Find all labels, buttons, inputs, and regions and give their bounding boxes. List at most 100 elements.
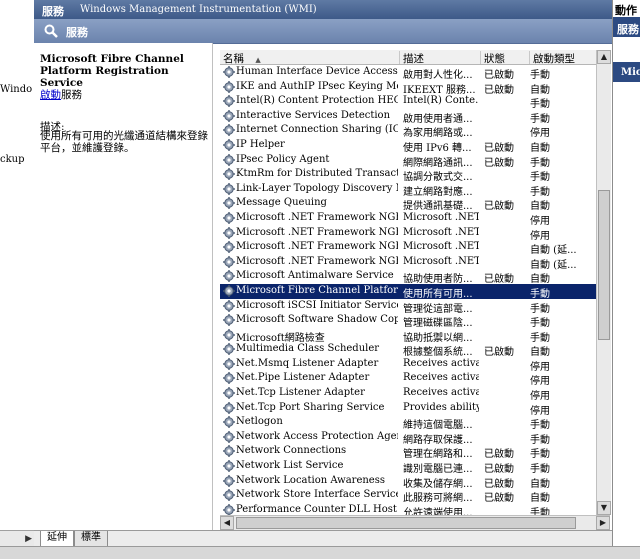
service-name-cell: Network Store Interface Service — [236, 489, 398, 501]
service-gear-icon — [223, 270, 235, 283]
tab-extended[interactable]: 延伸 — [40, 531, 74, 547]
actions-section-services[interactable]: 服務 — [613, 17, 640, 37]
service-gear-icon — [223, 66, 235, 78]
service-gear-icon — [223, 445, 235, 458]
service-name-cell: Net.Pipe Listener Adapter — [236, 372, 370, 384]
service-description-cell: Provides ability... — [403, 401, 479, 413]
service-gear-icon — [223, 314, 235, 327]
service-row[interactable]: Microsoft iSCSI Initiator Service 管理從這部電.… — [220, 299, 598, 315]
scroll-right-button[interactable]: ▶ — [596, 516, 610, 530]
column-header-startup-type[interactable]: 啟動類型 — [530, 51, 598, 65]
service-description-cell: Microsoft .NET... — [403, 226, 479, 238]
scroll-down-button[interactable]: ▼ — [597, 501, 611, 515]
service-row[interactable]: KtmRm for Distributed Transaction C...協調… — [220, 167, 598, 183]
service-name-cell: Microsoft Software Shadow Copy Pro... — [236, 314, 398, 326]
service-row[interactable]: Net.Msmq Listener Adapter Receives activa… — [220, 357, 598, 373]
status-bar — [0, 546, 640, 559]
service-gear-icon — [223, 474, 235, 487]
service-description-cell: Microsoft .NET... — [403, 241, 479, 253]
scroll-thumb[interactable] — [598, 190, 610, 340]
hscroll-thumb[interactable] — [236, 517, 576, 529]
service-name-cell: Intel(R) Content Protection HECI Ser... — [236, 95, 398, 107]
service-row[interactable]: Net.Tcp Port Sharing Service Provides abi… — [220, 401, 598, 417]
service-gear-icon — [223, 372, 235, 385]
service-gear-icon — [223, 255, 235, 268]
services-list: 名稱 ▲ 描述 狀態 啟動類型 Human Interface Device A… — [220, 50, 598, 518]
service-gear-icon — [223, 197, 235, 210]
service-row[interactable]: Microsoft網路檢查 協助抵禦以網... 手動 — [220, 328, 598, 344]
service-gear-icon — [223, 328, 235, 341]
service-row[interactable]: Internet Connection Sharing (ICS) 為家用網路或.… — [220, 123, 598, 139]
window-subtitle: Windows Management Instrumentation (WMI) — [80, 4, 317, 15]
service-row[interactable]: Network Location Awareness 收集及儲存網... 已啟動 自動 — [220, 474, 598, 490]
service-row[interactable]: Multimedia Class Scheduler 根據整個系統... 已啟動 自動 — [220, 342, 598, 358]
service-row[interactable]: Network Store Interface Service 此服務可將網...… — [220, 488, 598, 504]
service-row[interactable]: IKE and AuthIP IPsec Keying ModulesIKEEX… — [220, 80, 598, 96]
horizontal-scrollbar[interactable]: ◀ ▶ — [220, 515, 610, 530]
service-row[interactable]: Network List Service 識別電腦已連... 已啟動 手動 — [220, 459, 598, 475]
service-row[interactable]: Microsoft .NET Framework NGEN v... Micros… — [220, 240, 598, 256]
service-row[interactable]: Microsoft Software Shadow Copy Pro...管理磁… — [220, 313, 598, 329]
search-icon — [44, 24, 58, 38]
service-name-cell: IPsec Policy Agent — [236, 153, 330, 165]
service-description-cell: Microsoft .NET... — [403, 211, 479, 223]
service-row[interactable]: Network Access Protection Agent 網路存取保護...… — [220, 430, 598, 446]
service-row[interactable]: Microsoft .NET Framework NGEN v... Micros… — [220, 226, 598, 242]
service-name-cell: Microsoft .NET Framework NGEN v... — [236, 255, 398, 267]
service-gear-icon — [223, 299, 235, 312]
service-row[interactable]: IPsec Policy Agent 網際網路通訊... 已啟動 手動 — [220, 153, 598, 169]
service-name-cell: Network List Service — [236, 460, 344, 472]
service-row[interactable]: Netlogon 維持這個電腦... 手動 — [220, 415, 598, 431]
start-service-link[interactable]: 啟動 — [40, 89, 61, 101]
column-name-label: 名稱 — [223, 53, 244, 65]
service-name-cell: Message Queuing — [236, 197, 327, 209]
service-row[interactable]: Microsoft .NET Framework NGEN v... Micros… — [220, 211, 598, 227]
service-name-cell: Microsoft .NET Framework NGEN v... — [236, 226, 398, 238]
service-row[interactable]: Message Queuing 提供通訊基礎... 已啟動 自動 — [220, 196, 598, 212]
service-row[interactable]: Link-Layer Topology Discovery Map...建立網路… — [220, 182, 598, 198]
service-description-cell: Receives activa... — [403, 387, 479, 399]
service-description-cell: Microsoft .NET... — [403, 255, 479, 267]
description-text: 使用所有可用的光纖通道結構來登錄平台，並維護登錄。 — [40, 130, 208, 154]
service-description-cell: Intel(R) Conte... — [403, 95, 479, 107]
service-row[interactable]: Intel(R) Content Protection HECI Ser... I… — [220, 94, 598, 110]
view-tabs: 延伸 標準 — [34, 530, 612, 547]
window-title: 服務 — [42, 5, 64, 18]
service-description-pane: Microsoft Fibre Channel Platform Registr… — [34, 43, 213, 530]
service-row[interactable]: Net.Tcp Listener Adapter Receives activa.… — [220, 386, 598, 402]
background-text-fragment: ckup — [0, 154, 25, 165]
service-name-cell: Microsoft Fibre Channel Platform Re... — [236, 284, 398, 296]
tab-standard[interactable]: 標準 — [74, 531, 108, 547]
actions-pane-title: 動作 — [615, 4, 637, 17]
service-gear-icon — [223, 460, 235, 473]
actions-section-label: Mic — [621, 67, 640, 78]
services-rows: Human Interface Device Access 啟用對人性化... 已啟… — [220, 65, 598, 518]
service-name-cell: Microsoft iSCSI Initiator Service — [236, 299, 398, 311]
service-row[interactable]: Human Interface Device Access 啟用對人性化... 已啟… — [220, 65, 598, 81]
service-description-cell: Receives activa... — [403, 357, 479, 369]
actions-section-selected[interactable]: Mic — [613, 62, 640, 82]
service-row[interactable]: IP Helper 使用 IPv6 轉... 已啟動 自動 — [220, 138, 598, 154]
service-name-cell: Internet Connection Sharing (ICS) — [236, 124, 398, 136]
vertical-scrollbar[interactable]: ▲ ▼ — [596, 50, 611, 515]
service-row[interactable]: Microsoft Antimalware Service 協助使用者防... 已啟… — [220, 269, 598, 285]
service-name-cell: IP Helper — [236, 138, 285, 150]
column-header-name[interactable]: 名稱 ▲ — [220, 51, 400, 65]
service-name-cell: Net.Msmq Listener Adapter — [236, 357, 379, 369]
service-row[interactable]: Interactive Services Detection 啟用使用者通... 手… — [220, 109, 598, 125]
service-name-cell: Net.Tcp Port Sharing Service — [236, 401, 385, 413]
service-name-cell: Human Interface Device Access — [236, 66, 398, 77]
column-header-description[interactable]: 描述 — [400, 51, 481, 65]
service-row[interactable]: Net.Pipe Listener Adapter Receives activa… — [220, 371, 598, 387]
scroll-left-button[interactable]: ◀ — [220, 516, 234, 530]
service-gear-icon — [223, 124, 235, 137]
service-gear-icon — [223, 489, 235, 502]
service-row[interactable]: Network Connections 管理在網路和... 已啟動 手動 — [220, 444, 598, 460]
scroll-up-button[interactable]: ▲ — [597, 50, 611, 64]
service-row[interactable]: Microsoft Fibre Channel Platform Re...使用… — [220, 283, 598, 300]
service-gear-icon — [223, 241, 235, 254]
column-header-status[interactable]: 狀態 — [481, 51, 530, 65]
service-name-cell: Network Location Awareness — [236, 474, 385, 486]
background-hscrollbar[interactable]: ▶ — [0, 530, 34, 547]
service-row[interactable]: Microsoft .NET Framework NGEN v... Micros… — [220, 255, 598, 271]
